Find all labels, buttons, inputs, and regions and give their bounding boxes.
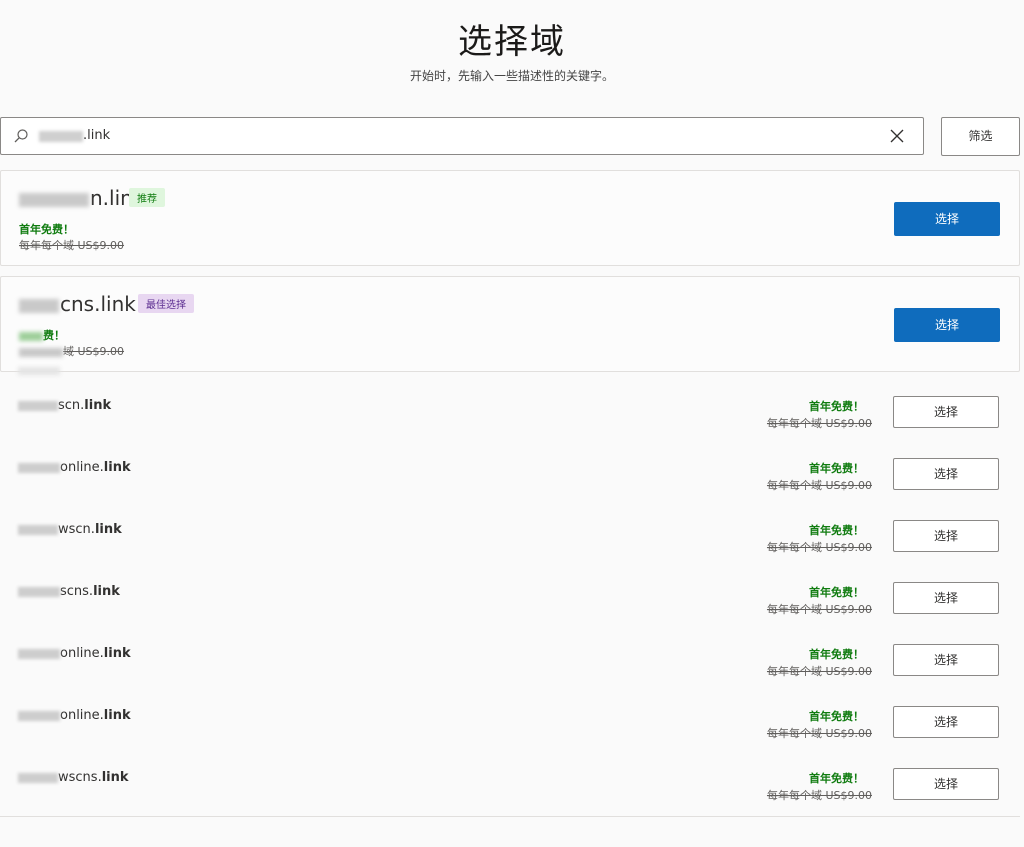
select-button[interactable]: 选择 <box>894 202 1000 236</box>
select-button[interactable]: 选择 <box>893 768 999 800</box>
redacted-area <box>18 367 60 375</box>
best-choice-badge: 最佳选择 <box>138 294 194 313</box>
select-button[interactable]: 选择 <box>893 396 999 428</box>
search-input[interactable]: .link <box>41 118 861 154</box>
free-text: 首年免费！ <box>809 710 864 723</box>
free-text: 首年免费！ <box>809 400 864 413</box>
select-button[interactable]: 选择 <box>894 308 1000 342</box>
search-icon <box>14 129 28 143</box>
price-text: 每年每个域 US$9.00 <box>766 727 872 740</box>
free-text: 首年免费！ <box>809 524 864 537</box>
featured-domain-card: cns.link 最佳选择 费！ 域 US$9.00 选择 <box>0 276 1020 372</box>
page-title: 选择域 <box>458 22 566 62</box>
page-subtitle: 开始时，先输入一些描述性的关键字。 <box>409 69 614 83</box>
price-text: 每年每个域 US$9.00 <box>766 603 872 616</box>
select-button[interactable]: 选择 <box>893 644 999 676</box>
free-text: 首年免费！ <box>809 462 864 475</box>
price-text: 每年每个域 US$9.00 <box>766 665 872 678</box>
price-text: 域 US$9.00 <box>19 343 124 359</box>
domain-row: scn.link 首年免费！ 每年每个域 US$9.00 选择 <box>0 382 1020 445</box>
domain-name: wscn.link <box>18 522 122 537</box>
domain-name: cns.link <box>19 292 136 316</box>
select-button[interactable]: 选择 <box>893 458 999 490</box>
filter-button[interactable]: 筛选 <box>941 117 1020 156</box>
featured-domain-card: n.link 推荐 首年免费！ 每年每个域 US$9.00 选择 <box>0 170 1020 266</box>
free-text: 首年免费！ <box>19 223 74 236</box>
domain-name: n.link <box>19 186 144 210</box>
price-text: 每年每个域 US$9.00 <box>766 541 872 554</box>
domain-row: scns.link 首年免费！ 每年每个域 US$9.00 选择 <box>0 568 1020 631</box>
domain-name: wscns.link <box>18 770 129 785</box>
price-text: 每年每个域 US$9.00 <box>766 479 872 492</box>
domain-row: online.link 首年免费！ 每年每个域 US$9.00 选择 <box>0 692 1020 755</box>
select-button[interactable]: 选择 <box>893 520 999 552</box>
domain-name: scn.link <box>18 398 111 413</box>
select-button[interactable]: 选择 <box>893 582 999 614</box>
domain-name: online.link <box>18 460 131 475</box>
free-text: 费！ <box>19 327 65 343</box>
search-box[interactable]: .link <box>0 117 924 155</box>
price-text: 每年每个域 US$9.00 <box>19 239 125 252</box>
domain-row: wscns.link 首年免费！ 每年每个域 US$9.00 选择 <box>0 754 1020 817</box>
domain-name: online.link <box>18 708 131 723</box>
select-button[interactable]: 选择 <box>893 706 999 738</box>
clear-search-icon[interactable] <box>889 128 905 144</box>
domain-row: wscn.link 首年免费！ 每年每个域 US$9.00 选择 <box>0 506 1020 569</box>
recommended-badge: 推荐 <box>129 188 165 207</box>
free-text: 首年免费！ <box>809 772 864 785</box>
price-text: 每年每个域 US$9.00 <box>766 789 872 802</box>
domain-name: scns.link <box>18 584 120 599</box>
free-text: 首年免费！ <box>809 648 864 661</box>
domain-name: online.link <box>18 646 131 661</box>
price-text: 每年每个域 US$9.00 <box>766 417 872 430</box>
domain-row: online.link 首年免费！ 每年每个域 US$9.00 选择 <box>0 444 1020 507</box>
domain-row: online.link 首年免费！ 每年每个域 US$9.00 选择 <box>0 630 1020 693</box>
free-text: 首年免费！ <box>809 586 864 599</box>
